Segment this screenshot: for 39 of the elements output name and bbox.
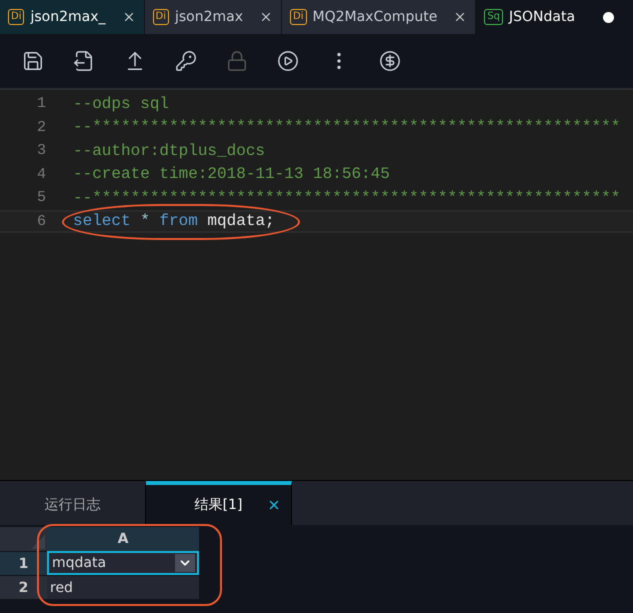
code-line: --odps sql (72, 94, 170, 113)
row-header[interactable]: 2 (0, 575, 47, 599)
code-line: --create time:2018-11-13 18:56:45 (72, 165, 390, 184)
line-number: 6 (36, 212, 46, 230)
row-header[interactable]: 1 (0, 551, 47, 575)
file-type-badge: Sq (484, 9, 504, 25)
key-icon[interactable] (175, 50, 197, 72)
cell-text: mqdata (52, 555, 106, 571)
code-line: select * from mqdata; (72, 212, 275, 230)
file-tab[interactable]: Di MQ2MaxCompute (282, 0, 476, 34)
code-line: --author:dtplus_docs (72, 142, 266, 160)
line-number: 1 (36, 95, 46, 112)
save-as-icon[interactable] (73, 50, 95, 72)
line-number: 5 (36, 189, 46, 206)
table-cell[interactable]: mqdata (47, 551, 199, 575)
tab-label: json2max (175, 9, 244, 25)
file-tab[interactable]: Di json2max (144, 0, 282, 34)
file-tab[interactable]: Di json2max_ (0, 0, 145, 34)
file-type-badge: Di (290, 9, 307, 25)
line-number: 4 (36, 166, 46, 183)
column-header[interactable]: A (47, 527, 199, 551)
tab-label: JSONdata (509, 9, 576, 25)
result-tab[interactable]: 结果[1] (146, 481, 292, 525)
grid-corner (0, 527, 47, 551)
save-icon[interactable] (22, 50, 44, 72)
dollar-icon[interactable] (379, 50, 401, 72)
file-type-badge: Di (8, 9, 24, 25)
close-icon[interactable] (267, 498, 281, 512)
cell-text: red (50, 580, 73, 596)
tab-label: MQ2MaxCompute (312, 9, 438, 25)
code-line: --******************************************************* (72, 188, 620, 207)
table-cell[interactable]: red (47, 575, 199, 599)
play-icon[interactable] (277, 50, 299, 72)
line-number: 2 (36, 118, 46, 136)
file-type-badge: Di (152, 9, 169, 25)
line-number: 3 (36, 142, 46, 160)
dropdown-button[interactable] (175, 554, 195, 572)
code-line: --******************************************************* (72, 118, 620, 136)
tab-label: json2max_ (30, 9, 106, 25)
